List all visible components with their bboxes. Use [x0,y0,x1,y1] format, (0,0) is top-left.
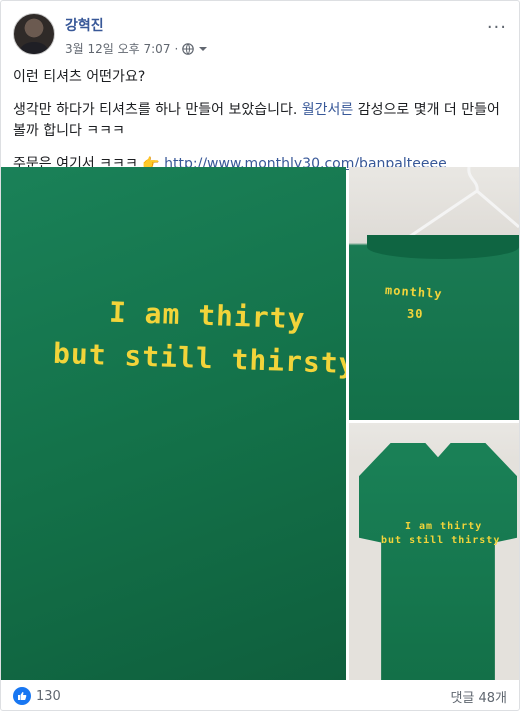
back-print-line1: monthly [384,283,443,301]
post-text-line2-before: 생각만 하다가 티셔츠를 하나 만들어 보았습니다. [13,102,302,118]
author-name[interactable]: 강혁진 [65,15,208,35]
like-icon[interactable] [13,687,31,705]
shirt-print-line2: but still thirsty [52,336,346,381]
post-text-line2: 생각만 하다가 티셔츠를 하나 만들어 보았습니다. 월간서른 감성으로 몇개 … [13,100,507,142]
page-tag-link[interactable]: 월간서른 [302,102,354,118]
chevron-down-icon[interactable] [198,44,208,54]
post-header: 강혁진 3월 12일 오후 7:07 · [13,13,208,57]
post-text-line1: 이런 티셔츠 어떤가요? [13,69,146,85]
back-print-line2: 30 [407,307,424,321]
comment-count[interactable]: 댓글 48개 [450,687,507,706]
post-timestamp[interactable]: 3월 12일 오후 7:07 [65,40,170,57]
post-card: 강혁진 3월 12일 오후 7:07 · ··· 이런 티셔츠 어떤가요? 생각… [0,0,520,711]
separator-dot: · [174,41,179,56]
photo-main[interactable]: I am thirty but still thirsty [1,167,346,680]
photo-full-shirt[interactable]: I am thirty but still thirsty [349,423,519,680]
photo-grid: I am thirty but still thirsty monthly 30… [1,167,519,680]
post-footer: 130 댓글 48개 [13,685,507,707]
shirt-print-line1: I am thirty [108,295,306,336]
post-meta: 강혁진 3월 12일 오후 7:07 · [65,13,208,57]
photo-back[interactable]: monthly 30 [349,167,519,420]
collar [367,235,519,259]
more-options-icon[interactable]: ··· [487,17,507,38]
full-print-line2: but still thirsty [381,535,501,546]
full-print-line1: I am thirty [405,521,483,532]
globe-icon [182,42,195,55]
like-count[interactable]: 130 [36,689,61,704]
shirt-shape [359,443,517,680]
avatar[interactable] [13,13,55,55]
post-subline: 3월 12일 오후 7:07 · [65,40,208,57]
